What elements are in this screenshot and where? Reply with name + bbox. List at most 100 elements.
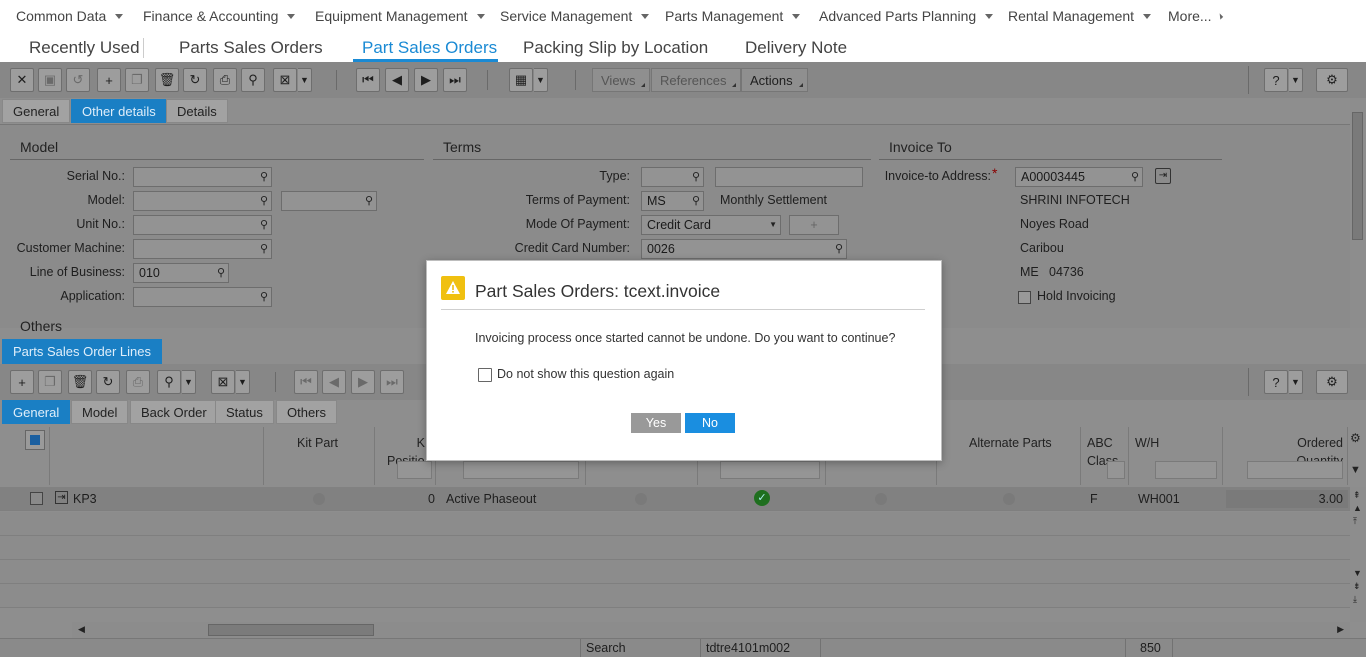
invoice-to-address-field[interactable]: A00003445 ⚲ (1015, 167, 1143, 187)
tab-general[interactable]: General (2, 99, 71, 123)
recently-used-tab[interactable]: Recently Used (29, 38, 140, 58)
kit-part-column-header[interactable]: Kit Part (264, 427, 375, 485)
settings-gear-icon[interactable]: ⚙ (1316, 370, 1348, 394)
zoom-lookup-icon[interactable]: ⚲ (1131, 170, 1139, 183)
save-icon[interactable]: ▣ (38, 68, 62, 92)
copy-record-icon[interactable]: ❐ (125, 68, 149, 92)
last-record-icon[interactable]: ⏭ (443, 68, 467, 92)
alternate-parts-column-header[interactable]: Alternate Parts (937, 427, 1081, 485)
tab-delivery-note[interactable]: Delivery Note (745, 38, 847, 58)
search-icon[interactable]: ⚲ (241, 68, 265, 92)
refresh-icon[interactable]: ↻ (96, 370, 120, 394)
first-record-icon[interactable]: ⏮ (294, 370, 318, 394)
row-select-checkbox[interactable] (30, 492, 43, 505)
lines-panel-title[interactable]: Parts Sales Order Lines (2, 339, 163, 364)
export-excel-icon[interactable]: ⊠ (211, 370, 235, 394)
scroll-right-icon[interactable]: ▶ (1337, 624, 1344, 635)
item-column-header[interactable] (50, 427, 264, 485)
first-record-icon[interactable]: ⏮ (356, 68, 380, 92)
next-record-icon[interactable]: ▶ (414, 68, 438, 92)
type-field[interactable]: ⚲ (641, 167, 704, 187)
menu-more[interactable]: More... (1168, 8, 1223, 24)
model-description-field[interactable]: ⚲ (281, 191, 377, 211)
ordered-quantity-cell[interactable]: 3.00 (1226, 492, 1343, 506)
do-not-show-again-checkbox[interactable] (478, 368, 492, 382)
zoom-lookup-icon[interactable]: ⚲ (692, 194, 700, 207)
settings-gear-icon[interactable]: ⚙ (1316, 68, 1348, 92)
menu-advanced-parts-planning[interactable]: Advanced Parts Planning (819, 8, 994, 24)
zoom-lookup-icon[interactable]: ⚲ (260, 242, 268, 255)
mode-of-payment-select[interactable]: Credit Card ▼ (641, 215, 781, 235)
lines-tab-others[interactable]: Others (276, 400, 338, 424)
zoom-lookup-icon[interactable]: ⚲ (835, 242, 843, 255)
chevron-down-icon[interactable]: ▼ (1289, 68, 1303, 92)
tab-other-details[interactable]: Other details (71, 99, 167, 123)
chevron-down-icon[interactable]: ▼ (1289, 370, 1303, 394)
delete-line-icon[interactable]: 🗑 (68, 370, 92, 394)
tab-parts-sales-orders[interactable]: Parts Sales Orders (179, 38, 323, 58)
references-menu[interactable]: References (651, 68, 742, 92)
position-filter-input[interactable] (397, 461, 432, 479)
zoom-lookup-icon[interactable]: ⚲ (217, 266, 225, 279)
ordered-quantity-column-header[interactable]: Ordered Quantity (1223, 427, 1348, 485)
lines-tab-status[interactable]: Status (215, 400, 274, 424)
zoom-lookup-icon[interactable]: ⚲ (692, 170, 700, 183)
no-button[interactable]: No (685, 413, 735, 433)
application-field[interactable]: ⚲ (133, 287, 272, 307)
close-record-icon[interactable]: ✕ (10, 68, 34, 92)
open-line-icon[interactable]: ⇥ (55, 491, 68, 504)
undo-icon[interactable]: ↺ (66, 68, 90, 92)
zoom-lookup-icon[interactable]: ⚲ (260, 218, 268, 231)
abc-class-filter-input[interactable] (1107, 461, 1125, 479)
export-excel-icon[interactable]: ⊠ (273, 68, 297, 92)
credit-card-number-field[interactable]: 0026 ⚲ (641, 239, 847, 259)
menu-finance-accounting[interactable]: Finance & Accounting (143, 8, 296, 24)
menu-rental-management[interactable]: Rental Management (1008, 8, 1152, 24)
chevron-down-icon[interactable]: ▼ (236, 370, 250, 394)
lines-tab-model[interactable]: Model (71, 400, 129, 424)
serial-no-field[interactable]: ⚲ (133, 167, 272, 187)
do-not-show-again-label[interactable]: Do not show this question again (497, 367, 674, 381)
open-address-icon[interactable]: ⇥ (1155, 168, 1171, 184)
delete-icon[interactable]: 🗑 (155, 68, 179, 92)
menu-common-data[interactable]: Common Data (16, 8, 124, 24)
model-field[interactable]: ⚲ (133, 191, 272, 211)
copy-line-icon[interactable]: ❐ (38, 370, 62, 394)
previous-record-icon[interactable]: ◀ (322, 370, 346, 394)
grid-horizontal-scrollbar[interactable]: ◀ ▶ (72, 622, 1350, 638)
zoom-lookup-icon[interactable]: ⚲ (260, 170, 268, 183)
line-of-business-field[interactable]: 010 ⚲ (133, 263, 229, 283)
last-record-icon[interactable]: ⏭ (380, 370, 404, 394)
print-icon[interactable]: ⎙ (126, 370, 150, 394)
menu-equipment-management[interactable]: Equipment Management (315, 8, 485, 24)
grid-settings-gear-icon[interactable]: ⚙ (1350, 431, 1361, 445)
refresh-icon[interactable]: ↻ (183, 68, 207, 92)
grid-vertical-scrollbar[interactable]: ⇞ ▲ ⤒ ▼ ⇟ ⤓ (1350, 487, 1366, 622)
print-icon[interactable]: ⎙ (213, 68, 237, 92)
form-vertical-scrollbar[interactable] (1350, 98, 1366, 328)
scroll-left-icon[interactable]: ◀ (78, 624, 85, 635)
add-payment-button[interactable]: + (789, 215, 839, 235)
warehouse-column-header[interactable]: W/H (1129, 427, 1223, 485)
menu-service-management[interactable]: Service Management (500, 8, 650, 24)
status-filter-select[interactable] (463, 461, 579, 479)
help-icon[interactable]: ? (1264, 370, 1288, 394)
menu-parts-management[interactable]: Parts Management (665, 8, 801, 24)
yes-button[interactable]: Yes (631, 413, 681, 433)
chevron-down-icon[interactable]: ▼ (298, 68, 312, 92)
tab-part-sales-orders[interactable]: Part Sales Orders (362, 38, 497, 58)
chevron-down-icon[interactable]: ▼ (534, 68, 548, 92)
scrollbar-thumb[interactable] (208, 624, 374, 636)
abc-class-column-header[interactable]: ABC Class (1081, 427, 1129, 485)
unit-no-field[interactable]: ⚲ (133, 215, 272, 235)
hold-invoicing-checkbox[interactable] (1018, 291, 1031, 304)
customer-machine-field[interactable]: ⚲ (133, 239, 272, 259)
terms-of-payment-field[interactable]: MS ⚲ (641, 191, 704, 211)
views-menu[interactable]: Views (592, 68, 651, 92)
new-record-icon[interactable]: + (97, 68, 121, 92)
previous-record-icon[interactable]: ◀ (385, 68, 409, 92)
next-record-icon[interactable]: ▶ (351, 370, 375, 394)
zoom-lookup-icon[interactable]: ⚲ (260, 194, 268, 207)
select-all-checkbox[interactable] (25, 430, 45, 450)
scrollbar-thumb[interactable] (1352, 112, 1363, 240)
